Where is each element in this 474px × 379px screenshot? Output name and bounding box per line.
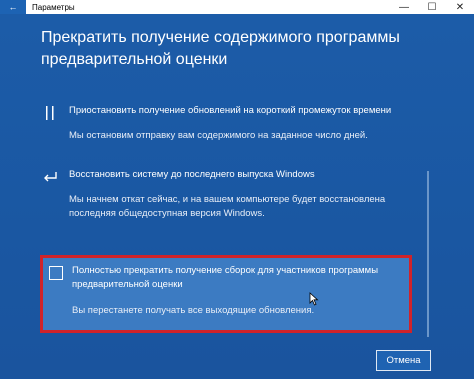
- window-title: Параметры: [32, 2, 75, 12]
- checkbox-icon[interactable]: [49, 266, 63, 280]
- close-button[interactable]: ✕: [446, 0, 474, 14]
- option-description: Вы перестанете получать все выходящие об…: [72, 305, 315, 316]
- option-stop-builds[interactable]: Полностью прекратить получение сборок дл…: [40, 255, 412, 333]
- maximize-button[interactable]: ☐: [418, 0, 446, 14]
- minimize-button[interactable]: —: [390, 0, 418, 14]
- arrow-left-icon: ←: [8, 2, 18, 12]
- cancel-button[interactable]: Отмена: [376, 350, 431, 371]
- pause-icon: [41, 104, 59, 122]
- back-button[interactable]: ←: [0, 0, 26, 14]
- option-title: Восстановить систему до последнего выпус…: [69, 169, 315, 180]
- option-title: Приостановить получение обновлений на ко…: [69, 105, 392, 116]
- page-title: Прекратить получение содержимого програм…: [41, 29, 400, 68]
- option-description: Мы начнем откат сейчас, и на вашем компь…: [69, 194, 386, 219]
- title-bar: ← Параметры — ☐ ✕: [0, 0, 474, 14]
- window-controls: — ☐ ✕: [390, 0, 474, 14]
- scrollbar[interactable]: [427, 171, 429, 337]
- option-description: Мы остановим отправку вам содержимого на…: [69, 130, 368, 141]
- option-title: Полностью прекратить получение сборок дл…: [72, 265, 379, 290]
- mouse-cursor-icon: [309, 292, 319, 306]
- return-arrow-icon: [41, 168, 59, 186]
